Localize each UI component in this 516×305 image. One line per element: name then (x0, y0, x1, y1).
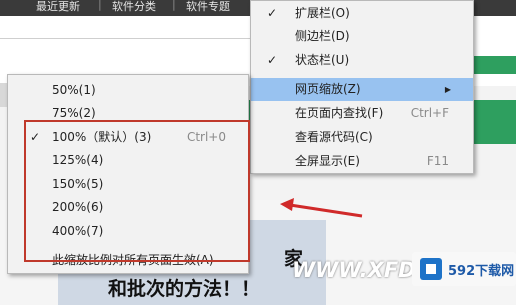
nav-software-categories[interactable]: 软件分类 (112, 0, 156, 14)
annotation-arrow-icon (280, 198, 363, 218)
zoom-option-label: 200%(6) (52, 200, 104, 214)
nav-separator: | (172, 0, 176, 11)
view-menu-item-label: 网页缩放(Z) (295, 82, 361, 96)
nav-separator: | (98, 0, 102, 11)
menu-shortcut: Ctrl+F (410, 106, 449, 120)
view-menu-item-label: 全屏显示(E) (295, 154, 360, 168)
nav-software-topics[interactable]: 软件专题 (186, 0, 230, 14)
zoom-option[interactable]: 50%(1) (8, 79, 248, 102)
menu-shortcut: Ctrl+0 (186, 130, 226, 144)
view-menu: ✓ 扩展栏(O) 侧边栏(D) ✓ 状态栏(U) 网页缩放(Z) ▶ 在页面内查找(F) Ctr… (250, 0, 474, 174)
site-logo: 592下载网 (412, 252, 516, 286)
zoom-option-label: 50%(1) (52, 83, 96, 97)
nav-recent-updates[interactable]: 最近更新 (36, 0, 80, 14)
zoom-option-label: 此缩放比例对所有页面生效(A) (52, 253, 214, 267)
view-menu-item-label: 查看源代码(C) (295, 130, 373, 144)
article-heading-line2: 和批次的方法！！ (108, 278, 261, 300)
zoom-option[interactable]: 75%(2) (8, 102, 248, 125)
checkmark-icon: ✓ (267, 53, 278, 67)
page-divider (0, 38, 250, 39)
zoom-option-label: 100%（默认）(3) (52, 130, 152, 144)
logo-text: 592下载网 (448, 264, 515, 279)
green-banner-small (470, 56, 516, 74)
zoom-option-label: 75%(2) (52, 106, 96, 120)
zoom-option[interactable]: 150%(5) (8, 173, 248, 196)
checkmark-icon: ✓ (267, 6, 278, 20)
view-menu-item-label: 侧边栏(D) (295, 29, 350, 43)
logo-icon (420, 258, 442, 280)
watermark-text: WWW.XFDC (292, 258, 432, 282)
view-menu-item[interactable]: ✓ 状态栏(U) (251, 49, 473, 72)
checkmark-icon: ✓ (30, 130, 41, 144)
view-menu-item-label: 状态栏(U) (295, 53, 350, 67)
view-menu-item-label: 在页面内查找(F) (295, 106, 384, 120)
zoom-option[interactable]: 125%(4) (8, 149, 248, 172)
view-menu-item[interactable]: 网页缩放(Z) ▶ (251, 78, 473, 101)
zoom-option[interactable]: ✓ 100%（默认）(3) Ctrl+0 (8, 126, 248, 149)
zoom-option-label: 150%(5) (52, 177, 104, 191)
zoom-option-label: 125%(4) (52, 153, 104, 167)
menu-shortcut: F11 (426, 154, 449, 168)
view-menu-item[interactable]: 查看源代码(C) (251, 126, 473, 149)
view-menu-item[interactable]: 侧边栏(D) (251, 25, 473, 48)
view-menu-item[interactable]: 在页面内查找(F) Ctrl+F (251, 102, 473, 125)
zoom-option-label: 400%(7) (52, 224, 104, 238)
view-menu-item[interactable]: ✓ 扩展栏(O) (251, 2, 473, 25)
zoom-submenu: 50%(1) 75%(2) ✓ 100%（默认）(3) Ctrl+0 125%(4) 150… (7, 74, 249, 274)
view-menu-item[interactable]: 全屏显示(E) F11 (251, 150, 473, 173)
zoom-option[interactable]: 200%(6) (8, 196, 248, 219)
zoom-option[interactable]: 400%(7) (8, 220, 248, 243)
submenu-arrow-icon: ▶ (444, 85, 451, 94)
view-menu-item-label: 扩展栏(O) (295, 6, 350, 20)
zoom-option[interactable]: 此缩放比例对所有页面生效(A) (8, 249, 248, 272)
